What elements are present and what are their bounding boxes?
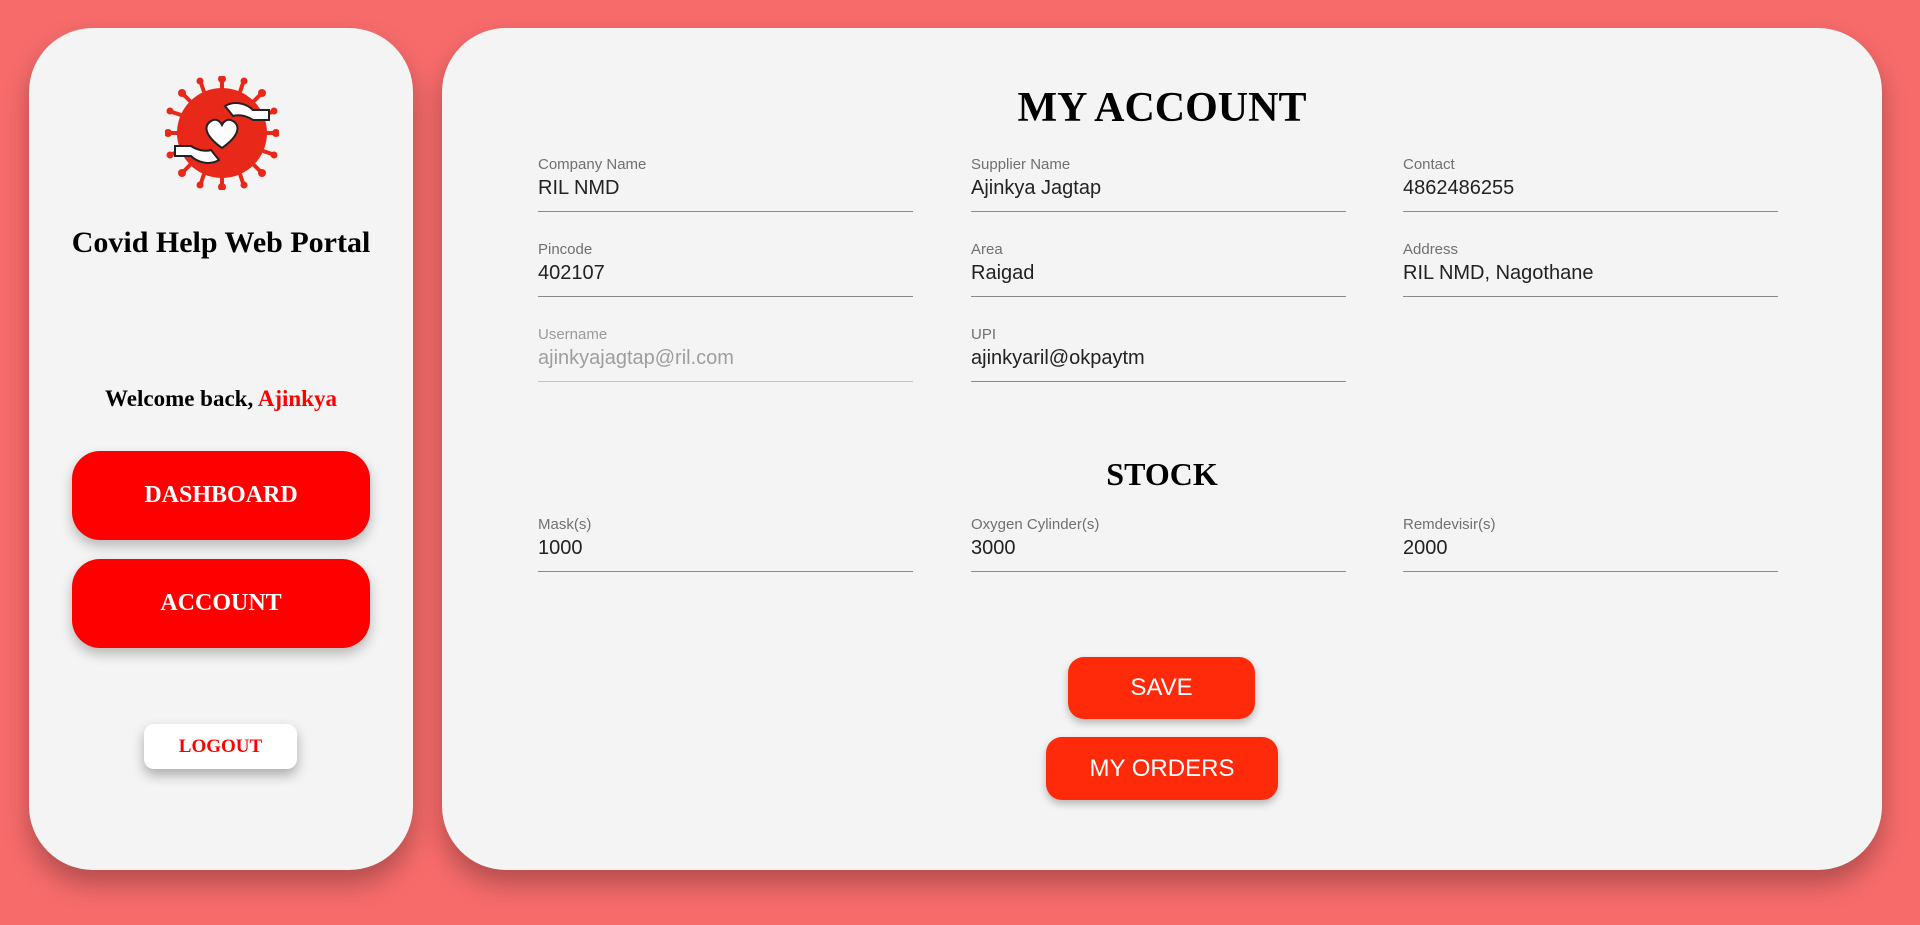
company-name-label: Company Name (538, 156, 647, 173)
oxygen-cylinders-input[interactable]: 3000 (971, 537, 1016, 560)
address-underline (1403, 296, 1778, 297)
logout-button[interactable]: LOGOUT (144, 724, 297, 769)
username-label: Username (538, 326, 608, 343)
my-orders-button-label: MY ORDERS (1089, 754, 1235, 782)
remdesivir-label: Remdevisir(s) (1403, 516, 1496, 533)
remdesivir-underline (1403, 571, 1778, 572)
address-label: Address (1403, 241, 1459, 258)
area-input[interactable]: Raigad (971, 262, 1034, 285)
account-panel: MY ACCOUNT Company Name RIL NMD Supplier… (442, 28, 1882, 870)
area-label: Area (971, 241, 1003, 258)
contact-label: Contact (1403, 156, 1455, 173)
supplier-name-input[interactable]: Ajinkya Jagtap (971, 177, 1101, 200)
pincode-label: Pincode (538, 241, 593, 258)
dashboard-button[interactable]: DASHBOARD (72, 451, 370, 540)
logout-button-label: LOGOUT (178, 735, 263, 757)
covid-help-logo-icon (164, 75, 280, 191)
contact-field[interactable]: Contact 4862486255 (1403, 156, 1778, 220)
dashboard-button-label: DASHBOARD (144, 482, 298, 508)
save-button-label: SAVE (1130, 674, 1193, 701)
area-underline (971, 296, 1346, 297)
oxygen-cylinders-field[interactable]: Oxygen Cylinder(s) 3000 (971, 516, 1346, 580)
welcome-prefix: Welcome back, (105, 386, 258, 411)
pincode-field[interactable]: Pincode 402107 (538, 241, 913, 305)
masks-input[interactable]: 1000 (538, 537, 583, 560)
address-input[interactable]: RIL NMD, Nagothane (1403, 262, 1593, 285)
username-input: ajinkyajagtap@ril.com (538, 347, 734, 369)
username-field: Username ajinkyajagtap@ril.com (538, 326, 913, 390)
masks-field[interactable]: Mask(s) 1000 (538, 516, 913, 580)
supplier-name-underline (971, 211, 1346, 212)
welcome-username: Ajinkya (257, 386, 337, 411)
upi-field[interactable]: UPI ajinkyaril@okpaytm (971, 326, 1346, 390)
stock-title: STOCK (1106, 456, 1218, 492)
supplier-name-field[interactable]: Supplier Name Ajinkya Jagtap (971, 156, 1346, 220)
contact-input[interactable]: 4862486255 (1403, 177, 1514, 200)
upi-input[interactable]: ajinkyaril@okpaytm (971, 347, 1145, 370)
welcome-message: Welcome back, Ajinkya (29, 386, 413, 412)
company-name-input[interactable]: RIL NMD (538, 177, 619, 200)
masks-underline (538, 571, 913, 572)
upi-underline (971, 381, 1346, 382)
remdesivir-input[interactable]: 2000 (1403, 537, 1448, 560)
company-name-underline (538, 211, 913, 212)
masks-label: Mask(s) (538, 516, 592, 533)
my-orders-button[interactable]: MY ORDERS (1046, 737, 1278, 800)
upi-label: UPI (971, 326, 997, 343)
pincode-underline (538, 296, 913, 297)
save-button[interactable]: SAVE (1068, 657, 1255, 719)
area-field[interactable]: Area Raigad (971, 241, 1346, 305)
oxygen-cylinders-underline (971, 571, 1346, 572)
account-button-label: ACCOUNT (160, 590, 282, 616)
username-underline (538, 381, 913, 382)
oxygen-cylinders-label: Oxygen Cylinder(s) (971, 516, 1100, 533)
address-field[interactable]: Address RIL NMD, Nagothane (1403, 241, 1778, 305)
portal-title: Covid Help Web Portal (71, 226, 371, 259)
page-title: MY ACCOUNT (1017, 85, 1307, 131)
contact-underline (1403, 211, 1778, 212)
company-name-field[interactable]: Company Name RIL NMD (538, 156, 913, 220)
pincode-input[interactable]: 402107 (538, 262, 605, 285)
sidebar: Covid Help Web Portal Welcome back, Ajin… (29, 28, 413, 870)
remdesivir-field[interactable]: Remdevisir(s) 2000 (1403, 516, 1778, 580)
account-button[interactable]: ACCOUNT (72, 559, 370, 648)
supplier-name-label: Supplier Name (971, 156, 1071, 173)
